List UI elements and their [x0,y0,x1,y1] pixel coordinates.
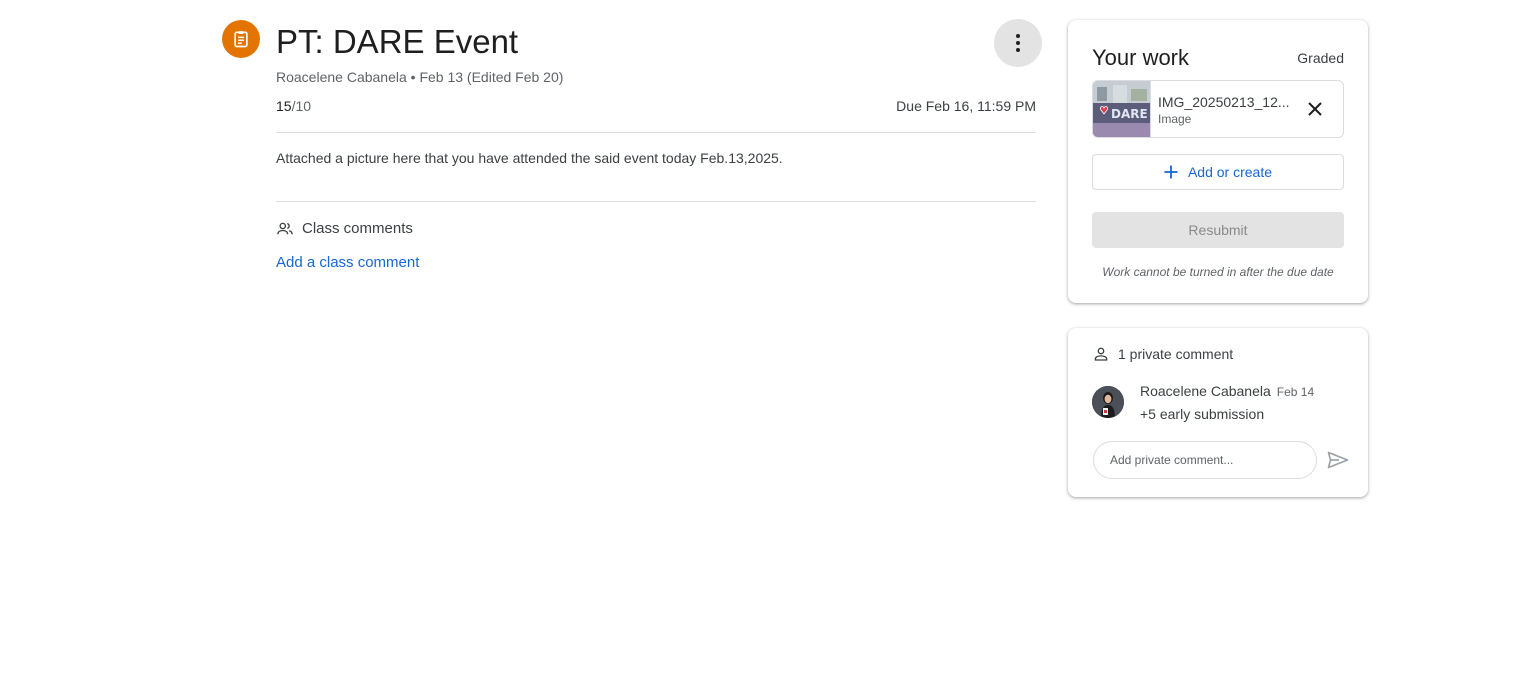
send-icon [1327,451,1349,469]
svg-text:DARE: DARE [1111,107,1148,121]
your-work-card: Your work Graded DARE IMG_20250213_12...… [1068,20,1368,303]
add-or-create-label: Add or create [1187,164,1273,180]
comment-date: Feb 14 [1276,385,1315,399]
assignment-icon [222,20,260,58]
points-earned: 15 [276,98,292,114]
attachment-thumbnail: DARE [1093,81,1151,137]
plus-icon [1164,165,1178,179]
comment-author: Roacelene Cabanela Feb 14 [1140,382,1314,401]
page-title: PT: DARE Event [276,23,519,60]
attachment-type: Image [1158,112,1192,126]
private-comments-count: 1 private comment [1118,346,1234,362]
comment-author-name: Roacelene Cabanela [1140,383,1271,399]
private-comments-card: 1 private comment Roacelene Cabanela Feb … [1068,328,1368,497]
assignment-meta: Roacelene Cabanela • Feb 13 (Edited Feb … [276,69,564,85]
instructions: Attached a picture here that you have at… [276,150,783,166]
your-work-title: Your work [1092,45,1190,70]
comment-text: +5 early submission [1140,406,1265,422]
add-or-create-button[interactable]: Add or create [1092,154,1344,190]
people-icon [277,222,293,235]
points: 15/10 [276,97,311,115]
resubmit-button[interactable]: Resubmit [1092,212,1344,248]
private-comment-input[interactable] [1093,441,1317,479]
divider [276,201,1036,202]
attachment-name: IMG_20250213_12... [1158,94,1290,110]
work-status: Graded [1297,50,1344,66]
send-comment-button[interactable] [1326,448,1350,472]
class-comments-label: Class comments [302,220,413,237]
add-class-comment-link[interactable]: Add a class comment [276,254,419,272]
more-vert-icon [1016,34,1020,52]
close-icon [1308,102,1322,116]
points-total: /10 [291,98,312,114]
private-comments-header: 1 private comment [1092,345,1233,363]
turn-in-note: Work cannot be turned in after the due d… [1102,265,1334,279]
more-options-button[interactable] [994,19,1042,67]
divider [276,132,1036,133]
person-icon [1094,347,1108,361]
avatar [1092,386,1124,418]
assignment-page: PT: DARE Event Roacelene Cabanela • Feb … [0,0,1517,680]
class-comments-header: Class comments [276,219,413,239]
due-date: Due Feb 16, 11:59 PM [896,98,1036,114]
attachment-item[interactable]: DARE IMG_20250213_12... Image [1092,80,1344,138]
remove-attachment-button[interactable] [1303,97,1327,121]
